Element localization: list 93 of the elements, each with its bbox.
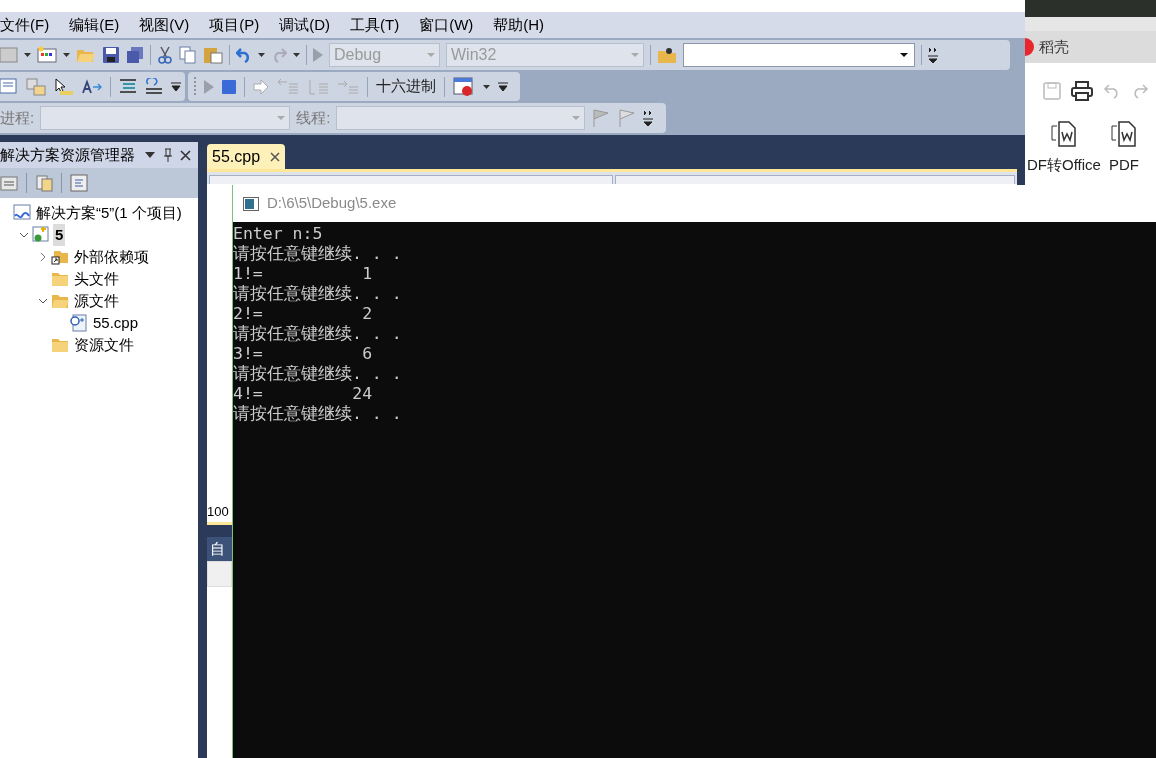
stop-icon[interactable] (222, 79, 236, 94)
window-title: D:\6\5\Debug\5.exe (267, 193, 397, 214)
step-icon[interactable] (253, 79, 269, 94)
menu-item[interactable]: 调试(D) (279, 13, 330, 37)
search-field[interactable] (683, 42, 915, 67)
uncomment-icon[interactable] (145, 77, 163, 96)
console-line: 1!= 1 (233, 264, 374, 284)
menu-item[interactable]: 工具(T) (350, 13, 400, 37)
console-line: 请按任意键继续. . . (233, 404, 403, 424)
expand-icon[interactable] (38, 252, 48, 262)
tab[interactable]: 稻壳 (1039, 35, 1069, 59)
save-icon[interactable] (102, 45, 120, 64)
comment-icon[interactable] (119, 77, 137, 96)
list-icon[interactable] (0, 77, 18, 96)
console-line: 3!= 6 (233, 344, 374, 364)
tree-item[interactable]: 5 (53, 223, 66, 247)
folder-shortcut-icon (51, 248, 69, 266)
caret-icon (277, 116, 286, 121)
console-line: Enter n:5 (233, 224, 324, 244)
console-line: 请按任意键继续. . . (233, 324, 403, 344)
ribbon-button[interactable]: DF转Office (1027, 118, 1101, 177)
tree-item[interactable]: 头文件 (72, 267, 121, 291)
menu-item[interactable]: 项目(P) (209, 13, 260, 37)
caret-icon[interactable] (258, 52, 265, 57)
console-icon (243, 196, 259, 211)
tree-item[interactable]: 解决方案“5”(1 个项目) (34, 201, 184, 225)
collapse-icon[interactable] (19, 230, 29, 240)
convert-document-icon (1048, 118, 1079, 150)
overflow-icon[interactable] (171, 81, 181, 92)
overflow-icon[interactable] (498, 81, 508, 92)
caret-icon[interactable] (483, 84, 490, 89)
print-icon[interactable] (1071, 80, 1093, 101)
project-icon (32, 226, 50, 244)
new-project-icon[interactable] (37, 45, 57, 64)
overflow-icon[interactable] (928, 45, 938, 64)
properties-icon[interactable] (0, 174, 18, 192)
undo-icon[interactable] (1103, 82, 1121, 99)
panel-title: 自 (209, 538, 225, 559)
solution-icon (13, 204, 31, 222)
ribbon-button[interactable]: PDF (1108, 118, 1139, 177)
cut-icon[interactable] (157, 45, 173, 64)
menu-item[interactable]: 文件(F) (0, 13, 50, 37)
console-line: 请按任意键继续. . . (233, 364, 403, 384)
dropdown-icon[interactable] (145, 152, 155, 158)
undo-icon[interactable] (236, 46, 252, 63)
folder-icon (51, 336, 69, 354)
find-in-files-icon[interactable] (657, 45, 677, 64)
tree-item[interactable]: 源文件 (72, 289, 121, 313)
logo-icon (1025, 38, 1035, 56)
tree-item[interactable]: 55.cpp (91, 311, 141, 335)
editor-tab[interactable]: 55.cpp (207, 144, 286, 169)
caret-icon[interactable] (293, 52, 300, 57)
play-icon[interactable] (204, 79, 214, 94)
hex-button[interactable]: 十六进制 (376, 75, 436, 98)
overflow-icon[interactable] (643, 109, 654, 128)
paste-icon[interactable] (203, 45, 223, 64)
bookmark-icon[interactable] (26, 77, 46, 96)
document-icon (1108, 118, 1139, 150)
view-icon[interactable] (70, 174, 88, 192)
font-icon[interactable] (82, 78, 102, 95)
close-icon[interactable] (180, 149, 191, 161)
tree-item[interactable]: 外部依赖项 (72, 245, 151, 269)
play-icon[interactable] (313, 47, 323, 62)
pointer-icon[interactable] (54, 77, 74, 96)
console-line: 2!= 2 (233, 304, 374, 324)
collapse-icon[interactable] (38, 296, 48, 306)
show-files-icon[interactable] (35, 174, 53, 192)
pin-icon[interactable] (163, 148, 173, 162)
folder-icon (51, 270, 69, 288)
tree-item[interactable]: 资源文件 (72, 333, 136, 357)
menu-item[interactable]: 帮助(H) (493, 13, 545, 37)
member-dropdown[interactable] (615, 175, 1015, 184)
caret-icon (572, 116, 581, 121)
menu-item[interactable]: 编辑(E) (69, 13, 120, 37)
breakpoint-window-icon[interactable] (453, 76, 475, 97)
caret-icon (900, 52, 908, 57)
menu-item[interactable]: 窗口(W) (419, 13, 474, 37)
save-all-icon[interactable] (126, 45, 144, 64)
caret-icon[interactable] (63, 52, 70, 57)
close-icon[interactable] (270, 151, 281, 162)
menu-item[interactable]: 视图(V) (139, 13, 190, 37)
console-line: 请按任意键继续. . . (233, 244, 403, 264)
open-folder-icon (51, 292, 69, 310)
cpp-file-icon (70, 314, 88, 332)
redo-icon[interactable] (1131, 82, 1149, 99)
field-label: 进程: (0, 107, 35, 128)
copy-icon[interactable] (179, 45, 197, 64)
console-line: 请按任意键继续. . . (233, 284, 403, 304)
console-line: 4!= 24 (233, 384, 374, 404)
scope-dropdown[interactable] (209, 175, 613, 184)
caret-icon[interactable] (24, 52, 31, 57)
field-label: 线程: (296, 107, 331, 128)
panel-title: 解决方案资源管理器 (0, 144, 136, 165)
